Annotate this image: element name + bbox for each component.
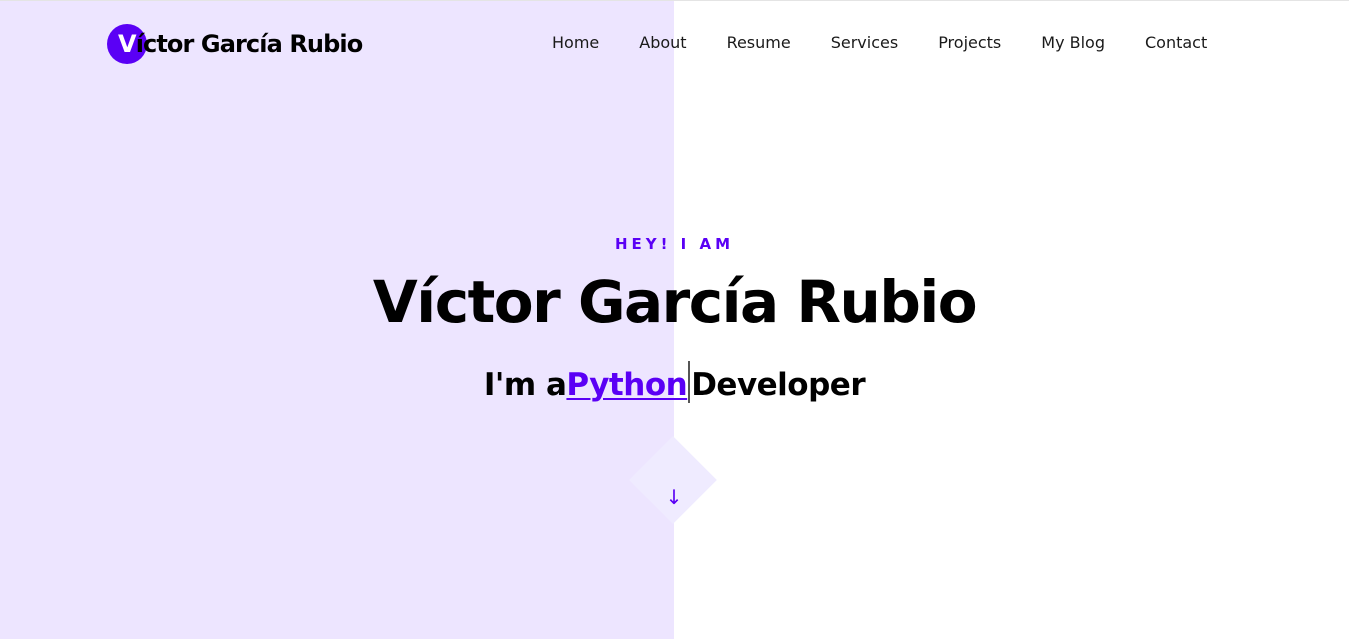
nav-item-projects[interactable]: Projects [918, 31, 1021, 54]
hero-name: Víctor García Rubio [372, 268, 978, 336]
typing-cursor [688, 361, 691, 403]
nav-item-services[interactable]: Services [811, 31, 918, 54]
hero-eyebrow: HEY! I AM [614, 235, 735, 253]
nav-item-my-blog[interactable]: My Blog [1021, 31, 1125, 54]
logo-initial: V [118, 30, 137, 58]
role-typed-word: Python [566, 367, 688, 403]
logo-text: Víctor García Rubio [107, 30, 364, 58]
nav-item-about[interactable]: About [619, 31, 706, 54]
role-prefix: I'm a [483, 367, 567, 403]
main-nav: Home About Resume Services Projects My B… [532, 31, 1227, 54]
hero-role: I'm aPython Developer [0, 361, 1349, 403]
logo-name: íctor García Rubio [135, 30, 364, 58]
page: Víctor García Rubio Home About Resume Se… [0, 0, 1349, 639]
nav-item-home[interactable]: Home [532, 31, 619, 54]
role-suffix: Developer [691, 367, 866, 403]
site-logo[interactable]: Víctor García Rubio [107, 23, 364, 65]
nav-item-resume[interactable]: Resume [707, 31, 811, 54]
nav-item-contact[interactable]: Contact [1125, 31, 1227, 54]
